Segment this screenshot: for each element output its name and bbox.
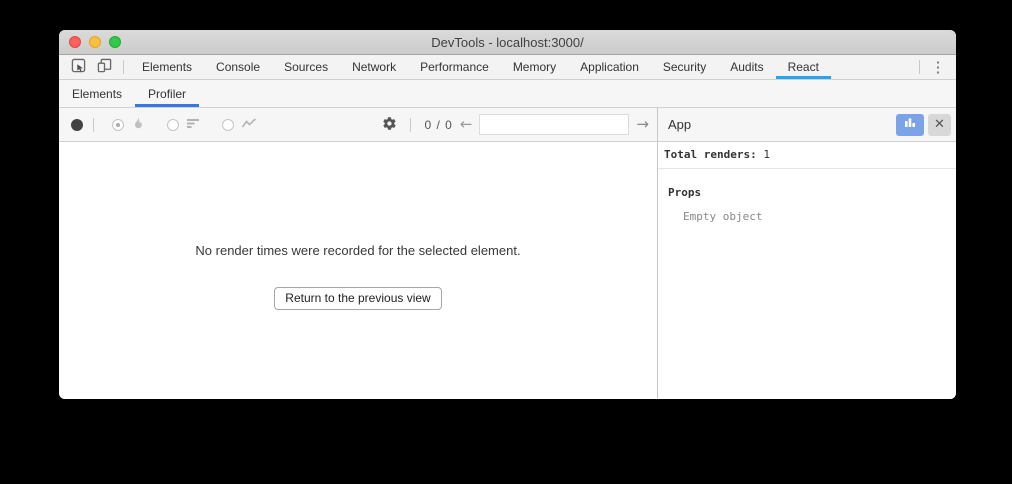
selected-component-name: App [668,117,892,132]
gear-icon [382,116,397,134]
divider [919,60,920,74]
flamegraph-chart-radio[interactable] [112,116,145,133]
search-input[interactable] [479,114,629,135]
ranked-bars-icon [186,116,200,133]
previous-result-button[interactable]: ← [460,117,473,132]
traffic-lights [69,30,121,54]
record-button[interactable] [71,119,83,131]
tab-performance[interactable]: Performance [408,55,501,79]
search-result-counter: 0 / 0 [424,118,452,132]
empty-state-message: No render times were recorded for the se… [195,243,520,258]
subtab-elements[interactable]: Elements [59,80,135,107]
radio-icon [167,119,179,131]
inspect-element-button[interactable] [65,55,91,79]
ranked-chart-radio[interactable] [167,116,200,133]
devtools-tabbar: Elements Console Sources Network Perform… [59,55,956,80]
total-renders-value: 1 [763,148,770,161]
titlebar: DevTools - localhost:3000/ [59,30,956,55]
profiler-main-view: No render times were recorded for the se… [59,142,657,399]
tab-audits[interactable]: Audits [718,55,775,79]
profiler-toolbar: 0 / 0 ← → [59,108,657,141]
react-subtabbar: Elements Profiler [59,80,956,108]
tab-network[interactable]: Network [340,55,408,79]
device-toolbar-button[interactable] [91,55,117,79]
total-renders-label: Total renders: [664,148,757,161]
overflow-menu-button[interactable]: ⋮ [926,55,950,79]
spacer [831,55,913,79]
toolbar-search-group: 0 / 0 ← → [382,114,649,135]
radio-icon [222,119,234,131]
line-chart-icon [241,117,257,133]
return-previous-view-button[interactable]: Return to the previous view [274,287,441,310]
tab-application[interactable]: Application [568,55,651,79]
props-value: Empty object [683,210,946,223]
subtab-profiler[interactable]: Profiler [135,80,199,107]
tab-console[interactable]: Console [204,55,272,79]
minimize-window-button[interactable] [89,36,101,48]
left-arrow-icon: ← [460,115,473,133]
devtools-window: DevTools - localhost:3000/ Elements Cons… [59,30,956,399]
window-title: DevTools - localhost:3000/ [431,35,583,50]
profiler-content: No render times were recorded for the se… [59,142,956,399]
device-toolbar-icon [97,58,112,76]
view-render-chart-button[interactable] [896,114,924,136]
inspect-cursor-icon [71,58,86,76]
props-label: Props [668,186,946,199]
selected-component-header: App ✕ [657,108,956,141]
component-details-panel: Total renders: 1 Props Empty object [657,142,956,399]
close-window-button[interactable] [69,36,81,48]
profiler-toolbar-row: 0 / 0 ← → App [59,108,956,142]
tab-security[interactable]: Security [651,55,718,79]
tab-sources[interactable]: Sources [272,55,340,79]
divider [123,60,124,74]
desktop: { "window": { "title": "DevTools - local… [0,0,1012,484]
total-renders-row: Total renders: 1 [658,142,956,169]
bar-chart-icon [903,117,917,132]
interactions-chart-radio[interactable] [222,117,257,133]
right-arrow-icon: → [636,115,649,133]
divider [410,118,411,132]
tab-elements[interactable]: Elements [130,55,204,79]
radio-icon [112,119,124,131]
zoom-window-button[interactable] [109,36,121,48]
next-result-button[interactable]: → [636,117,649,132]
tab-react[interactable]: React [776,55,831,79]
close-panel-button[interactable]: ✕ [928,114,951,136]
flame-icon [131,116,145,133]
close-icon: ✕ [934,117,945,132]
divider [93,118,94,132]
tab-memory[interactable]: Memory [501,55,568,79]
props-section: Props Empty object [658,169,956,240]
kebab-menu-icon: ⋮ [931,58,946,76]
settings-button[interactable] [382,116,397,134]
